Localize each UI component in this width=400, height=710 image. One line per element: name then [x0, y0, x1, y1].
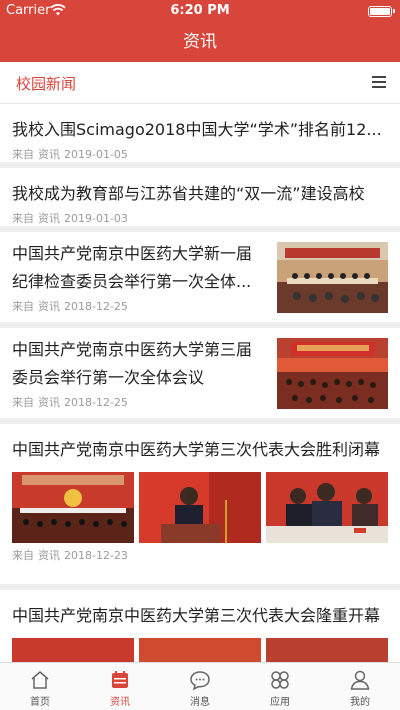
news-title: 我校成为教育部与江苏省共建的“双一流”建设高校: [12, 184, 365, 203]
news-item[interactable]: 中国共产党南京中医药大学第三次代表大会隆重开幕: [0, 590, 400, 662]
news-thumbnail: [277, 338, 388, 409]
news-title: 中国共产党南京中医药大学新一届纪律检查委员会举行第一次全体...: [12, 244, 253, 291]
battery-icon: [368, 6, 395, 17]
chat-icon: [190, 671, 210, 691]
tab-home[interactable]: 首页: [0, 663, 80, 710]
news-item[interactable]: 中国共产党南京中医药大学第三届委员会举行第一次全体会议 来自 资讯 2018-12-…: [0, 328, 400, 424]
news-photo: [266, 638, 388, 662]
page-title: 资讯: [183, 32, 217, 52]
apps-icon: [271, 671, 289, 689]
photo-row: [12, 638, 388, 662]
news-feed[interactable]: 我校入围Scimago2018中国大学“学术”排名前12... 来自 资讯 2019…: [0, 104, 400, 662]
news-thumbnail: [277, 242, 388, 313]
menu-icon[interactable]: [372, 76, 386, 88]
clock: 6:20 PM: [170, 3, 230, 18]
news-title: 中国共产党南京中医药大学第三次代表大会隆重开幕: [12, 606, 381, 625]
news-item[interactable]: 中国共产党南京中医药大学新一届纪律检查委员会举行第一次全体... 来自 资讯 201…: [0, 232, 400, 328]
section-header: 校园新闻: [0, 62, 400, 104]
section-title[interactable]: 校园新闻: [16, 73, 76, 94]
home-icon: [31, 671, 49, 689]
news-photo: [12, 472, 134, 543]
user-icon: [350, 670, 370, 690]
calendar-icon: [112, 671, 128, 688]
tab-bar: 首页 资讯 消息 应用 我的: [0, 662, 400, 710]
news-photo: [139, 472, 261, 543]
news-meta: 来自 资讯 2018-12-25: [12, 396, 128, 409]
nav-bar: 资讯: [0, 22, 400, 62]
news-title: 中国共产党南京中医药大学第三次代表大会胜利闭幕: [12, 440, 381, 459]
news-photo: [139, 638, 261, 662]
tab-profile[interactable]: 我的: [320, 663, 400, 710]
news-title: 我校入围Scimago2018中国大学“学术”排名前12...: [12, 120, 382, 139]
news-item[interactable]: 我校成为教育部与江苏省共建的“双一流”建设高校 来自 资讯 2019-01-03: [0, 168, 400, 232]
news-item[interactable]: 我校入围Scimago2018中国大学“学术”排名前12... 来自 资讯 2019…: [0, 104, 400, 168]
photo-row: [12, 472, 388, 543]
news-photo: [266, 472, 388, 543]
tab-news[interactable]: 资讯: [80, 663, 160, 710]
news-meta: 来自 资讯 2019-01-03: [12, 212, 128, 225]
tab-apps[interactable]: 应用: [240, 663, 320, 710]
news-meta: 来自 资讯 2019-01-05: [12, 148, 128, 161]
news-meta: 来自 资讯 2018-12-23: [12, 549, 128, 562]
tab-messages[interactable]: 消息: [160, 663, 240, 710]
news-item[interactable]: 中国共产党南京中医药大学第三次代表大会胜利闭幕 来自 资讯 2018-12-23: [0, 424, 400, 590]
news-title: 中国共产党南京中医药大学第三届委员会举行第一次全体会议: [12, 340, 253, 387]
status-bar: Carrier 6:20 PM: [0, 0, 400, 22]
news-meta: 来自 资讯 2018-12-25: [12, 300, 128, 313]
news-photo: [12, 638, 134, 662]
